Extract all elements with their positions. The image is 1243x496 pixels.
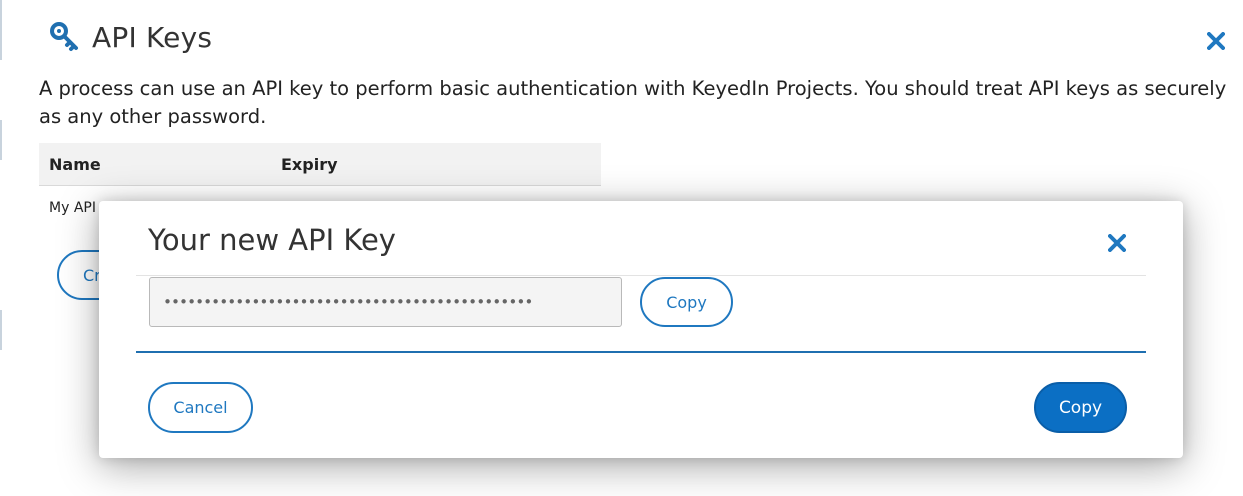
copy-key-button-label: Copy bbox=[666, 292, 707, 312]
divider bbox=[136, 275, 1146, 276]
copy-button-label: Copy bbox=[1058, 397, 1103, 418]
copy-button[interactable]: Copy bbox=[1034, 382, 1127, 433]
footer-divider bbox=[136, 351, 1146, 353]
cancel-button-label: Cancel bbox=[173, 398, 228, 417]
dialog-title: Your new API Key bbox=[148, 223, 396, 257]
new-api-key-dialog: Your new API Key •••••••••••••••••••••••… bbox=[99, 201, 1183, 458]
copy-key-button[interactable]: Copy bbox=[640, 277, 733, 327]
close-icon[interactable] bbox=[1105, 231, 1129, 255]
api-key-field[interactable]: ••••••••••••••••••••••••••••••••••••••••… bbox=[149, 277, 622, 327]
cancel-button[interactable]: Cancel bbox=[148, 382, 253, 433]
